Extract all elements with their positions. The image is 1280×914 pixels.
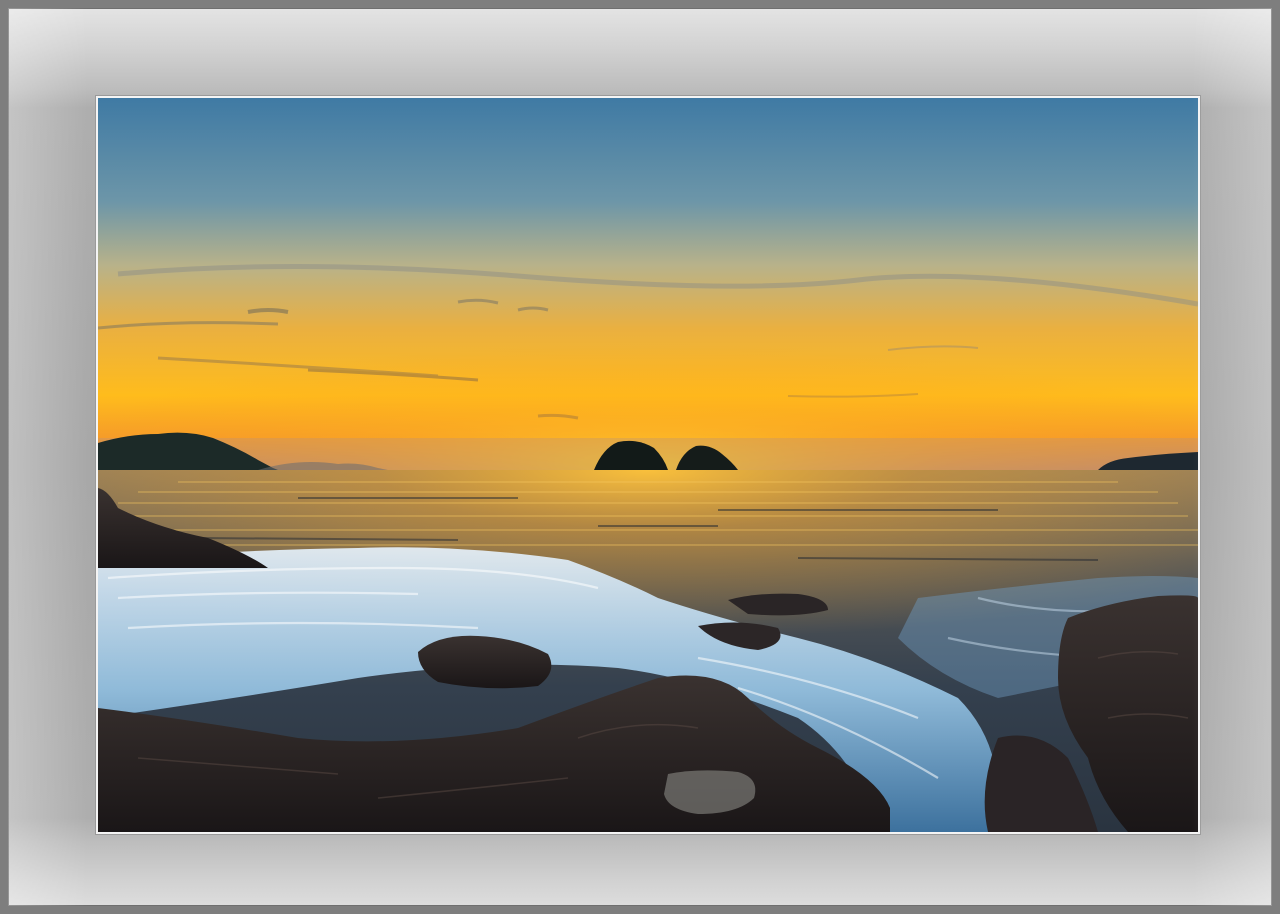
seascape-illustration bbox=[98, 98, 1198, 832]
sunset-seascape-photo bbox=[95, 95, 1201, 835]
photo-mat-frame bbox=[0, 0, 1280, 914]
